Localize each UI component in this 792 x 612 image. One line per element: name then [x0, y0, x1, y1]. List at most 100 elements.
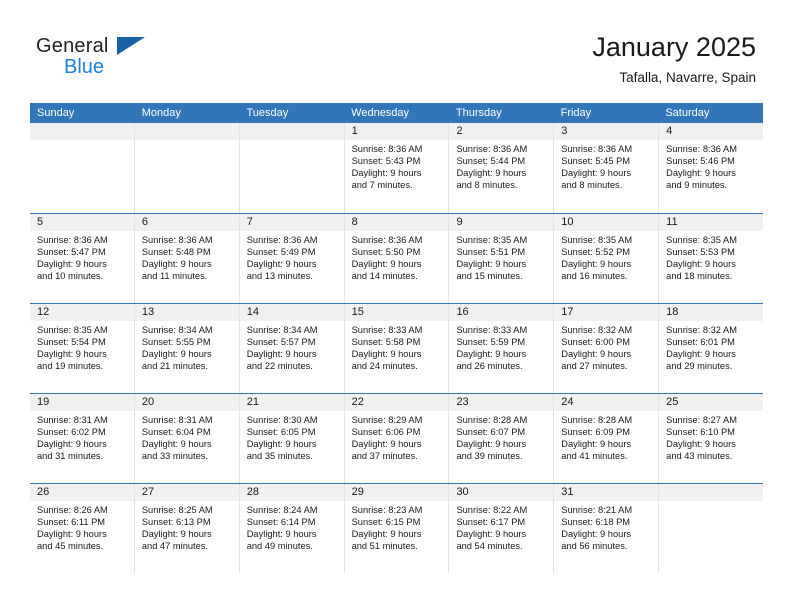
- day-details: Sunrise: 8:36 AM Sunset: 5:46 PM Daylight:…: [659, 140, 763, 191]
- daylight-line-2: and 49 minutes.: [246, 541, 313, 552]
- calendar-page: General Blue January 2025 Tafalla, Navar…: [0, 0, 792, 612]
- sunset-time: Sunset: 6:04 PM: [141, 427, 211, 438]
- calendar-week-row: 1 Sunrise: 8:36 AM Sunset: 5:43 PM Daylight…: [30, 123, 764, 213]
- calendar-day-cell[interactable]: 15 Sunrise: 8:33 AM Sunset: 5:58 PM Dayligh…: [343, 304, 449, 393]
- sunset-time: Sunset: 6:15 PM: [351, 517, 421, 528]
- calendar-day-cell[interactable]: 6 Sunrise: 8:36 AM Sunset: 5:48 PM Daylight…: [133, 214, 239, 303]
- logo-triangle-icon: [117, 37, 145, 55]
- daylight-line-1: Daylight: 9 hours: [561, 529, 632, 540]
- daylight-line-1: Daylight: 9 hours: [246, 259, 317, 270]
- sunset-time: Sunset: 6:09 PM: [561, 427, 631, 438]
- calendar-day-cell[interactable]: 28 Sunrise: 8:24 AM Sunset: 6:14 PM Dayligh…: [238, 484, 344, 573]
- day-details: Sunrise: 8:36 AM Sunset: 5:44 PM Daylight:…: [449, 140, 553, 191]
- calendar-day-cell[interactable]: 3 Sunrise: 8:36 AM Sunset: 5:45 PM Daylight…: [553, 123, 659, 213]
- calendar-day-cell[interactable]: 8 Sunrise: 8:36 AM Sunset: 5:50 PM Daylight…: [343, 214, 449, 303]
- day-details: Sunrise: 8:31 AM Sunset: 6:02 PM Daylight:…: [30, 411, 134, 462]
- daylight-line-2: and 39 minutes.: [456, 451, 523, 462]
- sunrise-time: Sunrise: 8:25 AM: [141, 505, 213, 515]
- sunset-time: Sunset: 6:06 PM: [351, 427, 421, 438]
- calendar-day-cell[interactable]: 13 Sunrise: 8:34 AM Sunset: 5:55 PM Dayligh…: [133, 304, 239, 393]
- title-block: January 2025 Tafalla, Navarre, Spain: [592, 30, 756, 88]
- sunrise-time: Sunrise: 8:36 AM: [351, 144, 423, 154]
- calendar-day-cell-empty: [238, 123, 344, 213]
- calendar-day-cell[interactable]: 14 Sunrise: 8:34 AM Sunset: 5:57 PM Dayligh…: [238, 304, 344, 393]
- calendar-day-cell[interactable]: 27 Sunrise: 8:25 AM Sunset: 6:13 PM Dayligh…: [133, 484, 239, 573]
- daylight-line-2: and 7 minutes.: [351, 180, 413, 191]
- sunrise-time: Sunrise: 8:35 AM: [37, 325, 108, 335]
- daylight-line-1: Daylight: 9 hours: [561, 439, 632, 450]
- daylight-line-1: Daylight: 9 hours: [246, 349, 317, 360]
- day-number: 29: [344, 484, 449, 501]
- daylight-line-2: and 16 minutes.: [561, 271, 628, 282]
- daylight-line-2: and 11 minutes.: [141, 271, 208, 282]
- daylight-line-1: Daylight: 9 hours: [351, 168, 422, 179]
- daylight-line-1: Daylight: 9 hours: [37, 439, 107, 450]
- calendar-day-cell[interactable]: 10 Sunrise: 8:35 AM Sunset: 5:52 PM Dayligh…: [553, 214, 659, 303]
- calendar-day-cell[interactable]: 24 Sunrise: 8:28 AM Sunset: 6:09 PM Dayligh…: [553, 394, 659, 483]
- sunset-time: Sunset: 5:47 PM: [37, 247, 106, 258]
- day-details: Sunrise: 8:32 AM Sunset: 6:01 PM Daylight:…: [659, 321, 763, 372]
- daylight-line-1: Daylight: 9 hours: [246, 439, 317, 450]
- sunrise-time: Sunrise: 8:30 AM: [246, 415, 318, 425]
- day-number: 23: [449, 394, 554, 411]
- daylight-line-1: Daylight: 9 hours: [666, 349, 736, 360]
- calendar-day-cell-empty: [30, 123, 134, 213]
- daylight-line-2: and 9 minutes.: [666, 180, 728, 191]
- calendar-grid: Sunday Monday Tuesday Wednesday Thursday Frid…: [30, 103, 764, 573]
- day-number: 7: [239, 214, 344, 231]
- sunrise-time: Sunrise: 8:29 AM: [351, 415, 423, 425]
- daylight-line-1: Daylight: 9 hours: [351, 259, 422, 270]
- sunrise-time: Sunrise: 8:36 AM: [37, 235, 108, 245]
- daylight-line-2: and 56 minutes.: [561, 541, 628, 552]
- sunrise-time: Sunrise: 8:33 AM: [456, 325, 528, 335]
- daylight-line-2: and 8 minutes.: [561, 180, 623, 191]
- sunrise-time: Sunrise: 8:27 AM: [666, 415, 737, 425]
- calendar-day-cell[interactable]: 11 Sunrise: 8:35 AM Sunset: 5:53 PM Dayligh…: [658, 214, 764, 303]
- calendar-day-cell[interactable]: 12 Sunrise: 8:35 AM Sunset: 5:54 PM Dayligh…: [30, 304, 134, 393]
- sunrise-time: Sunrise: 8:34 AM: [141, 325, 213, 335]
- day-number: [30, 123, 134, 140]
- calendar-day-cell[interactable]: 4 Sunrise: 8:36 AM Sunset: 5:46 PM Daylight…: [658, 123, 764, 213]
- sunset-time: Sunset: 6:17 PM: [456, 517, 526, 528]
- calendar-day-cell[interactable]: 23 Sunrise: 8:28 AM Sunset: 6:07 PM Dayligh…: [448, 394, 554, 483]
- sunset-time: Sunset: 5:45 PM: [561, 156, 631, 167]
- day-of-week-header: Thursday: [455, 107, 502, 119]
- calendar-day-cell[interactable]: 22 Sunrise: 8:29 AM Sunset: 6:06 PM Dayligh…: [343, 394, 449, 483]
- day-details: Sunrise: 8:36 AM Sunset: 5:50 PM Daylight:…: [345, 231, 449, 282]
- daylight-line-1: Daylight: 9 hours: [246, 529, 317, 540]
- day-details: Sunrise: 8:23 AM Sunset: 6:15 PM Daylight:…: [345, 501, 449, 552]
- calendar-day-cell[interactable]: 18 Sunrise: 8:32 AM Sunset: 6:01 PM Dayligh…: [658, 304, 764, 393]
- day-number: [239, 123, 344, 140]
- calendar-day-cell[interactable]: 25 Sunrise: 8:27 AM Sunset: 6:10 PM Dayligh…: [658, 394, 764, 483]
- day-details: Sunrise: 8:33 AM Sunset: 5:58 PM Daylight:…: [345, 321, 449, 372]
- daylight-line-1: Daylight: 9 hours: [141, 349, 212, 360]
- calendar-day-cell[interactable]: 21 Sunrise: 8:30 AM Sunset: 6:05 PM Dayligh…: [238, 394, 344, 483]
- daylight-line-2: and 43 minutes.: [666, 451, 733, 462]
- calendar-day-cell[interactable]: 7 Sunrise: 8:36 AM Sunset: 5:49 PM Daylight…: [238, 214, 344, 303]
- sunrise-time: Sunrise: 8:36 AM: [561, 144, 633, 154]
- calendar-day-cell[interactable]: 1 Sunrise: 8:36 AM Sunset: 5:43 PM Daylight…: [343, 123, 449, 213]
- calendar-day-cell[interactable]: 29 Sunrise: 8:23 AM Sunset: 6:15 PM Dayligh…: [343, 484, 449, 573]
- page-subtitle-location: Tafalla, Navarre, Spain: [619, 70, 756, 85]
- day-number: 12: [30, 304, 134, 321]
- calendar-day-cell[interactable]: 2 Sunrise: 8:36 AM Sunset: 5:44 PM Daylight…: [448, 123, 554, 213]
- calendar-day-cell[interactable]: 30 Sunrise: 8:22 AM Sunset: 6:17 PM Dayligh…: [448, 484, 554, 573]
- calendar-week-row: 5 Sunrise: 8:36 AM Sunset: 5:47 PM Daylight…: [30, 213, 764, 303]
- calendar-day-cell[interactable]: 17 Sunrise: 8:32 AM Sunset: 6:00 PM Dayligh…: [553, 304, 659, 393]
- calendar-day-cell[interactable]: 31 Sunrise: 8:21 AM Sunset: 6:18 PM Dayligh…: [553, 484, 659, 573]
- daylight-line-1: Daylight: 9 hours: [456, 259, 527, 270]
- calendar-day-cell[interactable]: 9 Sunrise: 8:35 AM Sunset: 5:51 PM Daylight…: [448, 214, 554, 303]
- day-number: 18: [659, 304, 764, 321]
- daylight-line-1: Daylight: 9 hours: [456, 529, 527, 540]
- sunset-time: Sunset: 5:55 PM: [141, 337, 211, 348]
- daylight-line-2: and 21 minutes.: [141, 361, 209, 372]
- calendar-day-cell[interactable]: 20 Sunrise: 8:31 AM Sunset: 6:04 PM Dayligh…: [133, 394, 239, 483]
- day-number: 20: [134, 394, 239, 411]
- day-details: Sunrise: 8:27 AM Sunset: 6:10 PM Daylight:…: [659, 411, 763, 462]
- calendar-day-cell[interactable]: 19 Sunrise: 8:31 AM Sunset: 6:02 PM Dayligh…: [30, 394, 134, 483]
- calendar-day-cell[interactable]: 5 Sunrise: 8:36 AM Sunset: 5:47 PM Daylight…: [30, 214, 134, 303]
- calendar-day-cell[interactable]: 26 Sunrise: 8:26 AM Sunset: 6:11 PM Dayligh…: [30, 484, 134, 573]
- calendar-day-cell[interactable]: 16 Sunrise: 8:33 AM Sunset: 5:59 PM Dayligh…: [448, 304, 554, 393]
- sunset-time: Sunset: 6:00 PM: [561, 337, 631, 348]
- day-details: Sunrise: 8:36 AM Sunset: 5:48 PM Daylight:…: [135, 231, 239, 282]
